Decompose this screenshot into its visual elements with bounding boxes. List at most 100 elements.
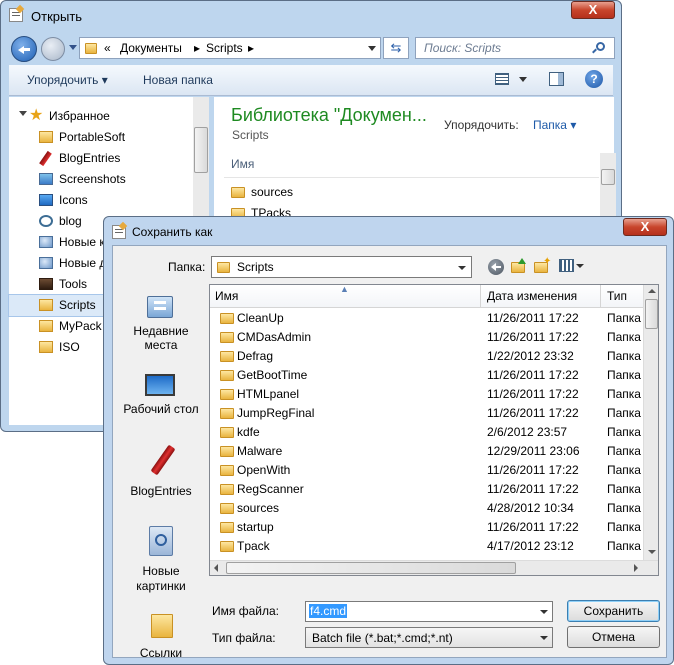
close-button[interactable]: X — [623, 218, 667, 236]
scroll-up-icon[interactable] — [648, 289, 656, 293]
forward-button[interactable] — [41, 37, 65, 61]
scrollbar-thumb[interactable] — [226, 562, 516, 574]
pen-icon — [39, 150, 52, 167]
filetype-combo[interactable]: Batch file (*.bat;*.cmd;*.nt) — [305, 627, 553, 648]
table-row[interactable]: CMDasAdmin 11/26/2011 17:22 Папка — [210, 328, 643, 347]
file-name: CMDasAdmin — [237, 330, 312, 344]
scrollbar-thumb[interactable] — [601, 169, 615, 185]
folder-icon — [85, 43, 97, 54]
scroll-left-icon[interactable] — [214, 564, 218, 572]
file-type: Папка — [607, 368, 641, 382]
place-blogentries[interactable]: BlogEntries — [115, 444, 207, 508]
folder-label: Папка: — [168, 260, 206, 274]
scrollbar-thumb[interactable] — [645, 299, 658, 329]
folder-icon — [220, 484, 234, 495]
view-menu-icon[interactable] — [559, 259, 574, 272]
sidebar-item-label: blog — [59, 214, 82, 228]
view-dropdown-icon[interactable] — [519, 77, 527, 82]
window-title: Открыть — [31, 9, 83, 24]
filename-input[interactable]: f4.cmd — [309, 604, 348, 618]
back-button[interactable] — [11, 36, 37, 62]
arrange-by-dropdown[interactable]: Папка ▾ — [533, 118, 576, 132]
organize-menu[interactable]: Упорядочить ▾ — [27, 73, 108, 87]
arrange-value: Папка — [533, 118, 567, 132]
column-header-type[interactable]: Тип — [607, 289, 627, 303]
sidebar-item-label: Новые д — [59, 256, 107, 270]
new-folder-button[interactable]: Новая папка — [143, 73, 213, 87]
column-header-name[interactable]: Имя — [215, 289, 238, 303]
chevron-down-icon[interactable] — [540, 610, 548, 614]
table-row[interactable]: GetBootTime 11/26/2011 17:22 Папка — [210, 366, 643, 385]
horizontal-scrollbar[interactable] — [210, 560, 658, 575]
save-button[interactable]: Сохранить — [567, 600, 660, 622]
breadcrumb-documents[interactable]: Документы — [120, 41, 182, 55]
place-pictures[interactable]: Новые картинки — [115, 524, 207, 598]
table-row[interactable]: RegScanner 11/26/2011 17:22 Папка — [210, 480, 643, 499]
breadcrumb-overflow[interactable]: « — [104, 41, 111, 55]
search-box[interactable]: Поиск: Scripts — [415, 37, 615, 59]
folder-icon — [220, 313, 234, 324]
place-links[interactable]: Ссылки — [115, 614, 207, 664]
help-icon[interactable]: ? — [585, 70, 603, 88]
file-name: OpenWith — [237, 463, 291, 477]
table-row[interactable]: OpenWith 11/26/2011 17:22 Папка — [210, 461, 643, 480]
table-row[interactable]: kdfe 2/6/2012 23:57 Папка — [210, 423, 643, 442]
cancel-button[interactable]: Отмена — [567, 626, 660, 648]
filename-combo[interactable]: f4.cmd — [305, 601, 553, 622]
close-button[interactable]: X — [571, 1, 615, 19]
recent-pages-dropdown[interactable] — [69, 45, 77, 50]
scroll-down-icon[interactable] — [648, 550, 656, 554]
chevron-right-icon[interactable]: ▸ — [194, 41, 200, 55]
breadcrumb-scripts[interactable]: Scripts — [206, 41, 243, 55]
arrange-label: Упорядочить: — [444, 118, 519, 132]
view-menu-dropdown[interactable] — [576, 264, 584, 268]
file-date: 11/26/2011 17:22 — [487, 463, 579, 477]
up-folder-icon[interactable] — [511, 258, 527, 274]
history-dropdown-icon[interactable] — [368, 46, 376, 51]
column-header-date[interactable]: Дата изменения — [487, 289, 577, 303]
table-row[interactable]: JumpRegFinal 11/26/2011 17:22 Папка — [210, 404, 643, 423]
chevron-down-icon[interactable] — [540, 636, 548, 640]
table-row[interactable]: startup 11/26/2011 17:22 Папка — [210, 518, 643, 537]
column-divider[interactable] — [480, 285, 481, 307]
favorites-label[interactable]: Избранное — [49, 109, 110, 123]
file-type: Папка — [607, 406, 641, 420]
place-recent[interactable]: Недавние места — [115, 292, 207, 362]
expand-arrow-icon[interactable] — [19, 111, 27, 116]
search-input[interactable]: Поиск: Scripts — [424, 41, 501, 55]
vertical-scrollbar[interactable] — [643, 285, 658, 560]
globe-icon — [39, 236, 53, 248]
place-label: Рабочий стол — [123, 402, 199, 416]
app-icon — [9, 4, 25, 22]
refresh-button[interactable]: ⇆ — [383, 37, 409, 59]
scroll-right-icon[interactable] — [634, 564, 638, 572]
sidebar-item-portablesoft[interactable]: PortableSoft — [9, 127, 209, 148]
table-row[interactable]: Tpack 4/17/2012 23:12 Папка — [210, 537, 643, 556]
view-options-icon[interactable] — [495, 73, 509, 85]
sidebar-item-icons[interactable]: Icons — [9, 190, 209, 211]
sidebar-item-blogentries[interactable]: BlogEntries — [9, 148, 209, 169]
table-row[interactable]: HTMLpanel 11/26/2011 17:22 Папка — [210, 385, 643, 404]
table-row[interactable]: Defrag 1/22/2012 23:32 Папка — [210, 347, 643, 366]
globe-icon — [39, 257, 53, 269]
new-folder-icon[interactable]: ✦ — [534, 256, 551, 274]
window-title: Сохранить как — [132, 225, 213, 239]
column-header-name[interactable]: Имя — [231, 157, 254, 171]
table-row[interactable]: sources 4/28/2012 10:34 Папка — [210, 499, 643, 518]
preview-pane-icon[interactable] — [549, 72, 564, 86]
column-divider[interactable] — [600, 285, 601, 307]
file-name: Tpack — [237, 539, 270, 553]
back-icon[interactable] — [488, 259, 504, 275]
table-row[interactable]: CleanUp 11/26/2011 17:22 Папка — [210, 309, 643, 328]
folder-combo[interactable]: Scripts — [211, 256, 472, 278]
chevron-right-icon[interactable]: ▸ — [248, 41, 254, 55]
file-type: Папка — [607, 311, 641, 325]
place-desktop[interactable]: Рабочий стол — [115, 370, 207, 426]
chevron-down-icon[interactable] — [458, 266, 466, 270]
address-bar[interactable]: « Документы ▸ Scripts ▸ — [79, 37, 381, 59]
scrollbar-thumb[interactable] — [194, 127, 208, 173]
sidebar-item-screenshots[interactable]: Screenshots — [9, 169, 209, 190]
file-type: Папка — [607, 349, 641, 363]
file-name: GetBootTime — [237, 368, 308, 382]
table-row[interactable]: Malware 12/29/2011 23:06 Папка — [210, 442, 643, 461]
